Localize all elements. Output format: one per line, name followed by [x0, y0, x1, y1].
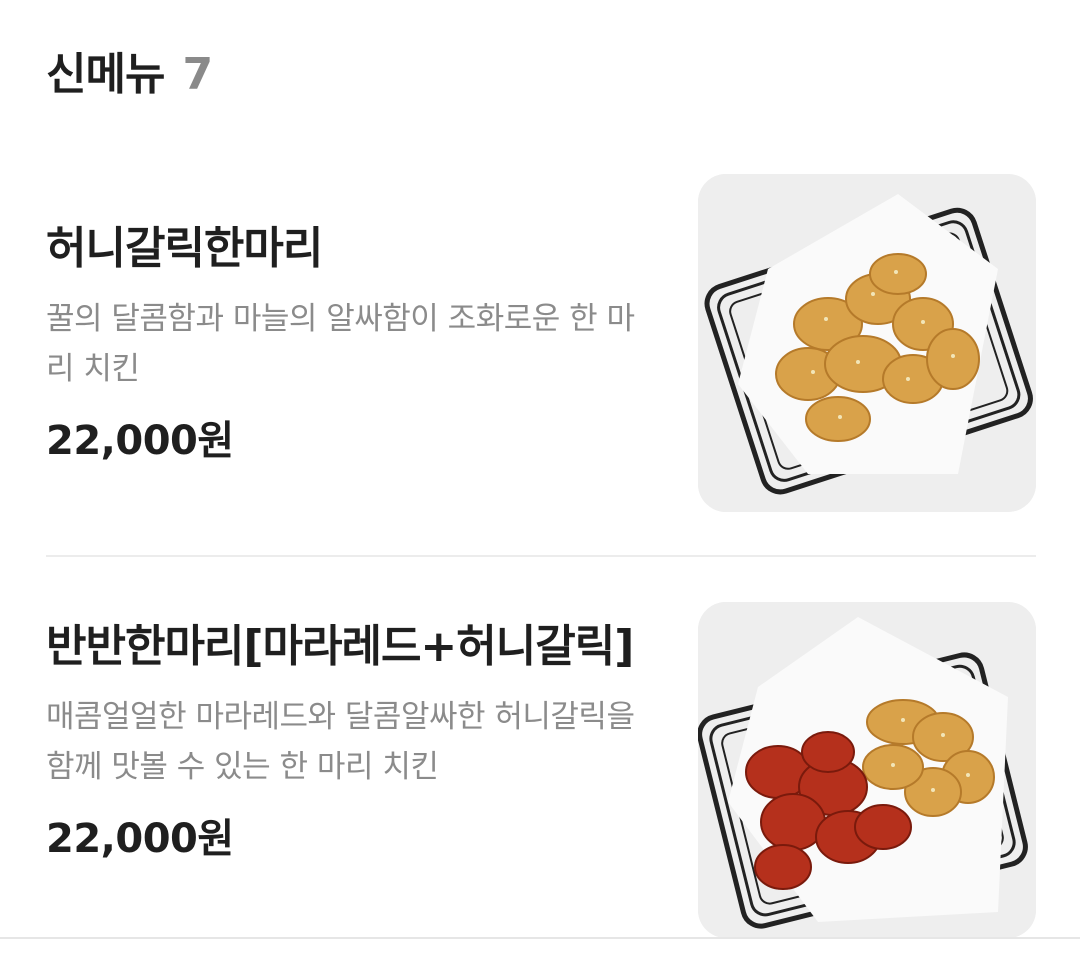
menu-item-thumbnail[interactable]: [698, 174, 1036, 512]
bottom-divider: [0, 937, 1080, 939]
menu-item-text: 반반한마리[마라레드+허니갈릭] 매콤얼얼한 마라레드와 달콤알싸한 허니갈릭을…: [46, 614, 646, 864]
menu-item[interactable]: 반반한마리[마라레드+허니갈릭] 매콤얼얼한 마라레드와 달콤알싸한 허니갈릭을…: [46, 602, 1036, 938]
half-half-chicken-photo: [698, 602, 1036, 938]
menu-item-name: 반반한마리[마라레드+허니갈릭]: [46, 621, 634, 672]
menu-item-price: 22,000원: [46, 418, 234, 464]
menu-item-price: 22,000원: [46, 816, 234, 862]
menu-item-name: 허니갈릭한마리: [46, 223, 323, 274]
section-title: 신메뉴: [46, 49, 165, 100]
section-header: 신메뉴 7: [46, 38, 213, 102]
honey-garlic-chicken-photo: [698, 174, 1036, 512]
menu-item-description: 매콤얼얼한 마라레드와 달콤알싸한 허니갈릭을 함께 맛볼 수 있는 한 마리 …: [46, 699, 635, 785]
divider: [46, 555, 1036, 557]
menu-item-text: 허니갈릭한마리 꿀의 달콤함과 마늘의 알싸함이 조화로운 한 마리 치킨 22…: [46, 216, 646, 466]
menu-item-thumbnail[interactable]: [698, 602, 1036, 938]
menu-item[interactable]: 허니갈릭한마리 꿀의 달콤함과 마늘의 알싸함이 조화로운 한 마리 치킨 22…: [46, 172, 1036, 512]
menu-item-description: 꿀의 달콤함과 마늘의 알싸함이 조화로운 한 마리 치킨: [46, 301, 635, 387]
section-count: 7: [182, 49, 214, 100]
